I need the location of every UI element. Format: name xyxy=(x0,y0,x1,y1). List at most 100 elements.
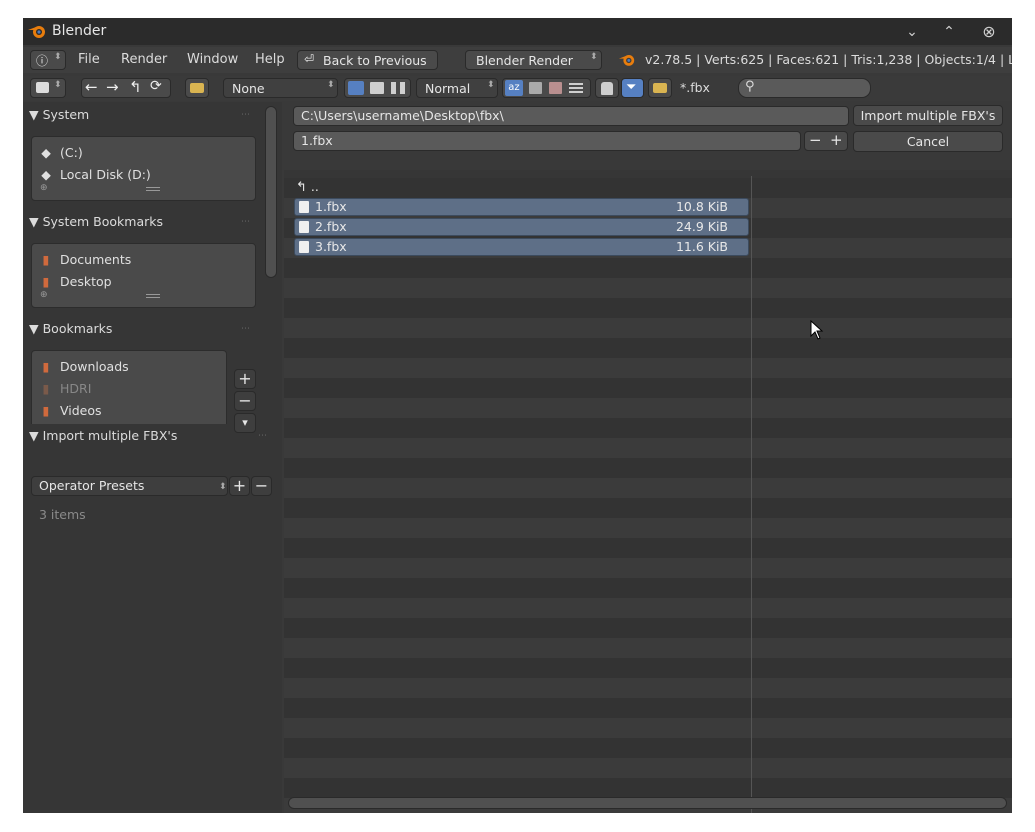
plus-small-icon[interactable]: ⊕ xyxy=(40,290,48,300)
file-list-stripe xyxy=(284,498,1012,518)
close-button[interactable]: ⊗ xyxy=(979,22,999,42)
refresh-icon[interactable]: ⟳ xyxy=(150,78,162,94)
file-browser-main: C:\Users\username\Desktop\fbx\ Import mu… xyxy=(284,102,1012,813)
sidebar-item-label: Downloads xyxy=(60,359,129,374)
info-icon: ⓘ xyxy=(36,54,49,68)
menu-help[interactable]: Help xyxy=(255,52,285,67)
bookmark-menu-button[interactable]: ▾ xyxy=(234,413,256,433)
directory-path-input[interactable]: C:\Users\username\Desktop\fbx\ xyxy=(293,106,849,126)
sidebar-item-label: Videos xyxy=(60,403,102,418)
decrement-filename-button[interactable]: − xyxy=(809,131,822,150)
parent-dir-entry[interactable]: ↰ .. xyxy=(296,179,319,195)
updown-icon: ⬍ xyxy=(54,52,62,62)
info-header: ⓘ ⬍ File Render Window Help ⏎ Back to Pr… xyxy=(23,47,1012,73)
back-arrow-icon[interactable]: ← xyxy=(85,78,98,96)
file-icon xyxy=(299,241,309,253)
filename-input[interactable]: 1.fbx xyxy=(293,131,801,151)
file-size: 24.9 KiB xyxy=(675,219,728,234)
file-row[interactable]: 1.fbx 10.8 KiB xyxy=(294,198,749,216)
plus-icon: + xyxy=(238,369,252,388)
drag-handle-icon[interactable]: ⋯ xyxy=(258,431,270,441)
sort-time-icon[interactable] xyxy=(549,82,562,94)
list-resize-icon[interactable] xyxy=(146,187,160,191)
new-folder-button[interactable] xyxy=(185,78,209,98)
file-row[interactable]: 3.fbx 11.6 KiB xyxy=(294,238,749,256)
sort-size-icon[interactable] xyxy=(569,83,583,93)
sort-extension-icon[interactable] xyxy=(529,82,542,94)
list-resize-icon[interactable] xyxy=(146,294,160,298)
sidebar-item-label: Documents xyxy=(60,252,132,267)
plus-small-icon[interactable]: ⊕ xyxy=(40,183,48,193)
filter-toggle-button[interactable]: ⏷ xyxy=(621,78,644,98)
add-bookmark-button[interactable]: + xyxy=(234,369,256,389)
remove-preset-button[interactable]: − xyxy=(251,476,272,496)
filter-glob[interactable]: *.fbx xyxy=(680,80,710,95)
menu-file[interactable]: File xyxy=(78,52,100,67)
short-list-icon[interactable] xyxy=(348,81,364,95)
menu-window[interactable]: Window xyxy=(187,52,238,67)
render-engine-select[interactable]: Blender Render ⬍ xyxy=(465,50,602,70)
filter-folders-button[interactable] xyxy=(648,78,672,98)
drag-handle-icon[interactable]: ⋯ xyxy=(241,217,253,227)
sidebar-item-downloads[interactable]: ▮ Downloads xyxy=(38,359,129,374)
panel-header-operator[interactable]: ▼ Import multiple FBX's xyxy=(29,428,177,443)
file-list-stripe xyxy=(284,678,1012,698)
drag-handle-icon[interactable]: ⋯ xyxy=(241,324,253,334)
import-button[interactable]: Import multiple FBX's xyxy=(853,105,1003,126)
operator-presets-label: Operator Presets xyxy=(39,478,145,493)
blender-window: Blender ⌄ ⌃ ⊗ ⓘ ⬍ File Render Window Hel… xyxy=(23,18,1012,813)
minimize-button[interactable]: ⌄ xyxy=(902,22,922,42)
back-to-previous-button[interactable]: ⏎ Back to Previous xyxy=(297,50,438,70)
file-browser-sidebar: ▼ System ⋯ ◆ (C:) ◆ Local Disk (D:) ⊕ ▼ Sy… xyxy=(23,102,282,813)
sidebar-item-documents[interactable]: ▮ Documents xyxy=(38,252,132,267)
sidebar-item-d-drive[interactable]: ◆ Local Disk (D:) xyxy=(38,167,151,182)
updown-icon: ⬍ xyxy=(327,80,335,90)
sidebar-scrollbar[interactable] xyxy=(265,106,277,278)
sort-select[interactable]: Normal ⬍ xyxy=(416,78,498,98)
thumbnails-icon[interactable] xyxy=(391,82,405,94)
search-input[interactable]: ⚲ xyxy=(738,78,871,98)
editor-type-button[interactable]: ⬍ xyxy=(30,78,66,98)
sidebar-item-videos[interactable]: ▮ Videos xyxy=(38,403,102,418)
editor-type-button[interactable]: ⓘ ⬍ xyxy=(30,50,66,70)
file-list-stripe xyxy=(284,298,1012,318)
horizontal-scrollbar[interactable] xyxy=(288,797,1007,809)
file-row[interactable]: 2.fbx 24.9 KiB xyxy=(294,218,749,236)
blender-logo-icon xyxy=(618,52,636,70)
recent-select[interactable]: None ⬍ xyxy=(223,78,338,98)
sidebar-item-desktop[interactable]: ▮ Desktop xyxy=(38,274,112,289)
file-list-stripe xyxy=(284,278,1012,298)
hide-dot-files-button[interactable] xyxy=(595,78,619,98)
sidebar-item-hdri[interactable]: ▮ HDRI xyxy=(38,381,92,396)
panel-title-system-bookmarks: System Bookmarks xyxy=(42,214,164,229)
maximize-button[interactable]: ⌃ xyxy=(939,22,959,42)
filter-icon: ⏷ xyxy=(626,80,637,95)
sort-alpha-icon[interactable]: az xyxy=(505,80,523,96)
panel-header-bookmarks[interactable]: ▼ Bookmarks xyxy=(29,321,112,336)
increment-filename-button[interactable]: + xyxy=(830,131,843,150)
folder-icon: ▮ xyxy=(42,403,50,418)
file-size: 10.8 KiB xyxy=(675,199,728,214)
column-divider xyxy=(751,176,752,813)
updown-icon: ⬍ xyxy=(590,52,598,62)
remove-bookmark-button[interactable]: − xyxy=(234,391,256,411)
disk-icon: ◆ xyxy=(41,167,51,182)
updown-icon: ⬍ xyxy=(219,482,227,492)
file-list-stripe xyxy=(284,258,1012,278)
detailed-list-icon[interactable] xyxy=(370,82,384,94)
panel-header-system[interactable]: ▼ System xyxy=(29,107,89,122)
operator-presets-select[interactable]: Operator Presets ⬍ xyxy=(31,476,228,496)
parent-dir-icon[interactable]: ↰ xyxy=(129,78,142,96)
menu-render[interactable]: Render xyxy=(121,52,167,67)
cancel-button[interactable]: Cancel xyxy=(853,131,1003,152)
scene-stats: v2.78.5 | Verts:625 | Faces:621 | Tris:1… xyxy=(645,52,1012,67)
panel-header-system-bookmarks[interactable]: ▼ System Bookmarks xyxy=(29,214,163,229)
sidebar-item-c-drive[interactable]: ◆ (C:) xyxy=(38,145,83,160)
drag-handle-icon[interactable]: ⋯ xyxy=(241,110,253,120)
forward-arrow-icon[interactable]: → xyxy=(106,78,119,96)
filename-increment-group: − + xyxy=(804,131,848,151)
file-name: 3.fbx xyxy=(315,239,347,254)
add-preset-button[interactable]: + xyxy=(229,476,250,496)
sidebar-item-label: Desktop xyxy=(60,274,112,289)
parent-dir-label: .. xyxy=(310,179,319,194)
